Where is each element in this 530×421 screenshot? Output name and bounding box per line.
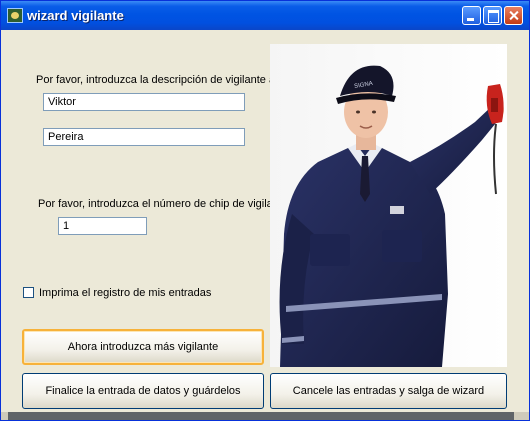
add-more-guard-button[interactable]: Ahora introduzca más vigilante [22,329,264,365]
finish-save-button[interactable]: Finalice la entrada de datos y guárdelos [22,373,264,409]
wizard-window: wizard vigilante Por favor, introduzca l… [0,0,530,421]
last-name-input[interactable]: Pereira [43,128,245,146]
print-log-checkbox[interactable] [23,287,34,298]
app-icon [7,8,23,23]
minimize-button[interactable] [462,6,481,25]
first-name-input[interactable]: Viktor [43,93,245,111]
guard-illustration: SIGNA [270,44,507,367]
cancel-exit-label: Cancele las entradas y salga de wizard [292,385,485,397]
cancel-exit-button[interactable]: Cancele las entradas y salga de wizard [270,373,507,409]
maximize-button[interactable] [483,6,502,25]
window-title: wizard vigilante [27,8,124,23]
finish-save-label: Finalice la entrada de datos y guárdelos [45,385,241,397]
description-prompt: Por favor, introduzca la descripción de … [36,74,291,86]
chip-number-input[interactable]: 1 [58,217,147,235]
bottom-strip [1,412,529,420]
security-guard-photo: SIGNA [270,44,507,367]
close-button[interactable] [504,6,523,25]
print-log-label[interactable]: Imprima el registro de mis entradas [39,287,211,299]
add-more-guard-label: Ahora introduzca más vigilante [67,341,219,353]
chip-prompt: Por favor, introduzca el número de chip … [38,198,289,210]
title-bar[interactable]: wizard vigilante [1,1,529,30]
